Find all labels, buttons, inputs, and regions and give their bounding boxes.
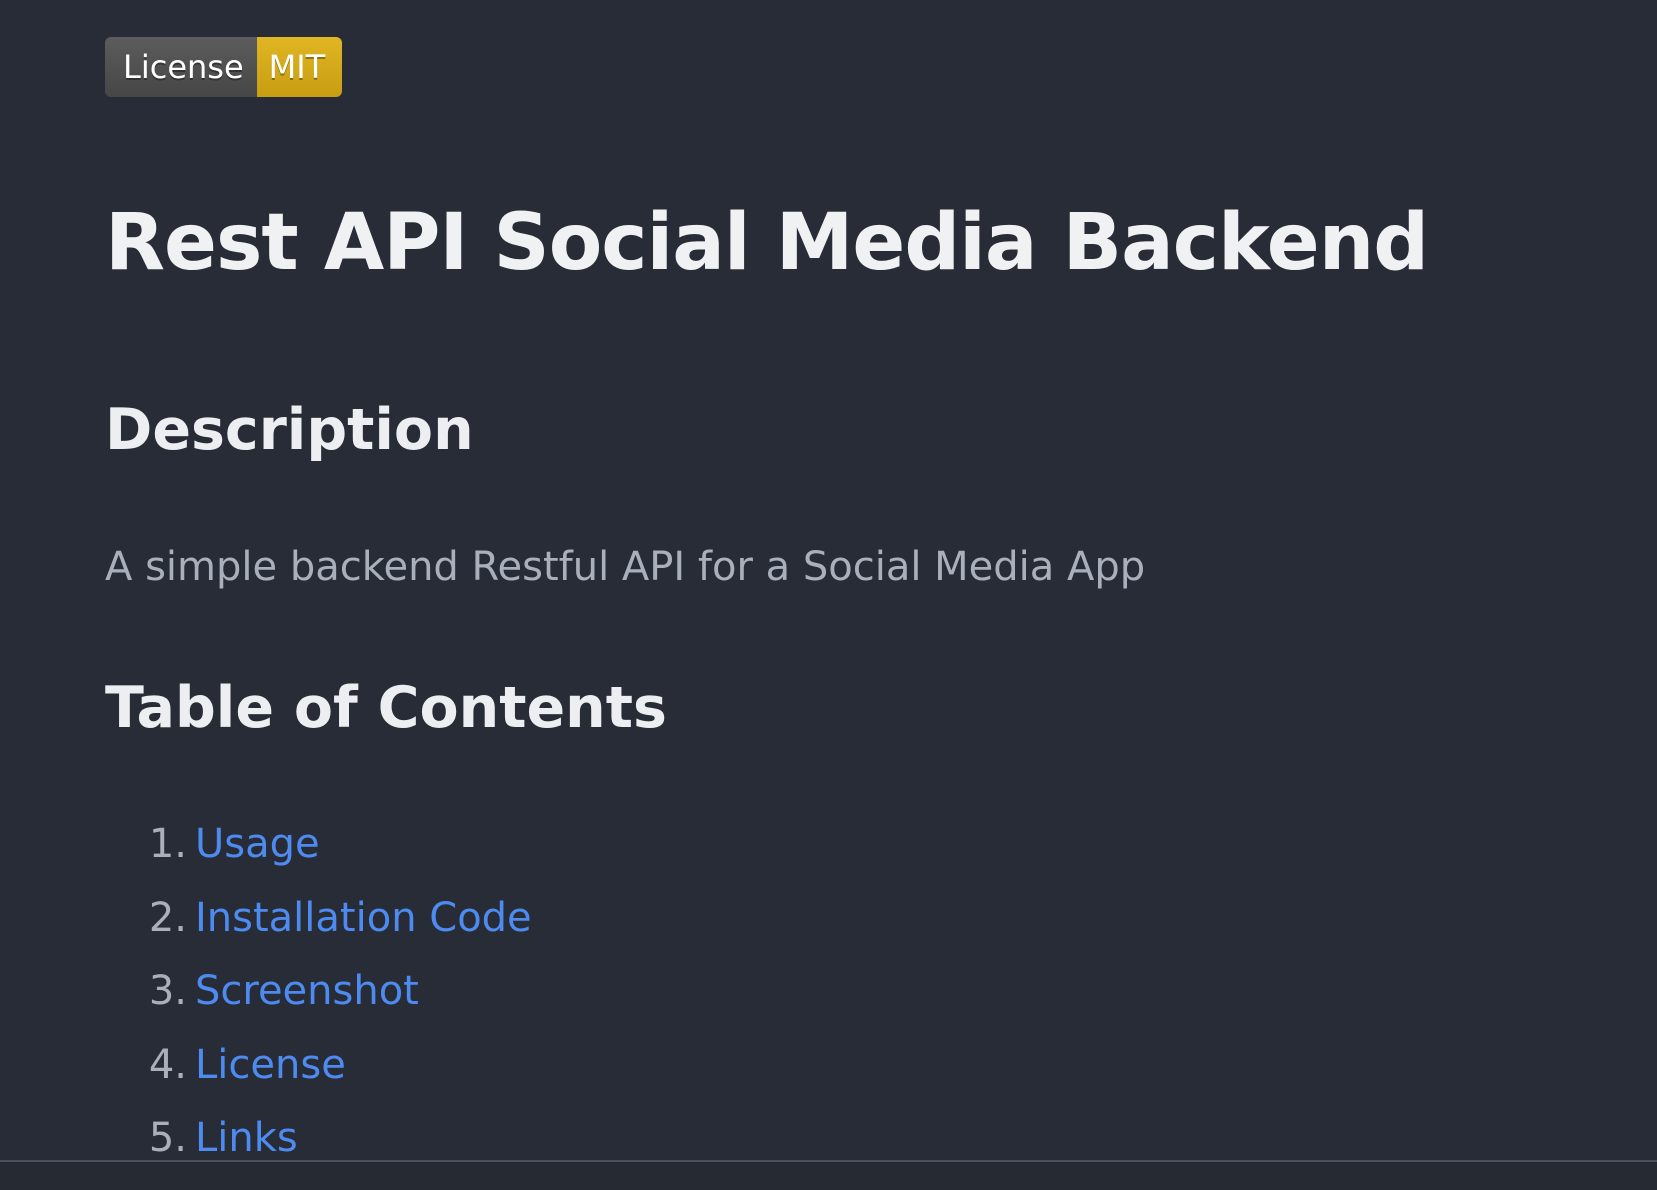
toc-link-license[interactable]: License (195, 1042, 346, 1088)
toc-item: 4. License (105, 1029, 532, 1103)
toc-list: 1. Usage 2. Installation Code 3. Screenshot… (105, 808, 532, 1176)
description-text: A simple backend Restful API for a Socia… (105, 544, 1146, 590)
toc-link-links[interactable]: Links (195, 1115, 298, 1161)
license-badge[interactable]: License MIT (105, 37, 343, 97)
toc-heading: Table of Contents (105, 675, 667, 741)
bottom-strip (0, 1162, 1657, 1190)
toc-item: 3. Screenshot (105, 955, 532, 1029)
toc-link-usage[interactable]: Usage (195, 821, 320, 867)
license-badge-label: License (105, 37, 257, 97)
license-badge-value: MIT (256, 37, 343, 97)
toc-item-number: 1. (148, 821, 187, 867)
toc-item: 1. Usage (105, 808, 532, 882)
toc-item: 2. Installation Code (105, 882, 532, 956)
toc-item-number: 2. (148, 894, 187, 941)
description-heading: Description (105, 397, 474, 463)
toc-link-installation-code[interactable]: Installation Code (195, 895, 532, 941)
toc-link-screenshot[interactable]: Screenshot (195, 968, 419, 1014)
page-title: Rest API Social Media Backend (105, 198, 1429, 288)
toc-item-number: 4. (148, 1041, 187, 1088)
toc-item-number: 3. (148, 968, 187, 1014)
